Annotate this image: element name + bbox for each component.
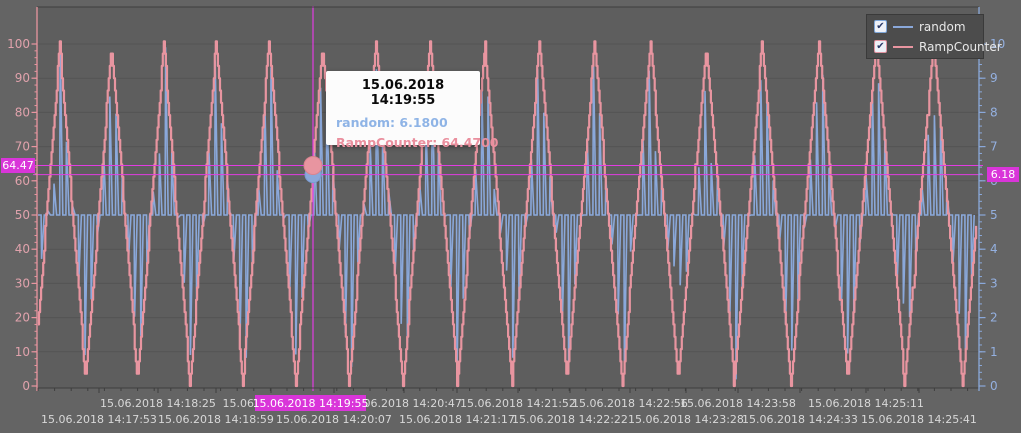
x-axis-label: 15.06.2018 14:25:41 bbox=[861, 413, 977, 426]
y-axis-left-label: 30 bbox=[15, 276, 30, 290]
x-axis-label: 15.06.2018 14:25:11 bbox=[808, 397, 924, 410]
x-axis-label: 15.06.2018 14:21:52 bbox=[460, 397, 576, 410]
x-axis-label: 15.06.2018 14:23:58 bbox=[680, 397, 796, 410]
checkmark-icon: ✔ bbox=[876, 40, 885, 52]
legend-item-random[interactable]: ✔ random bbox=[874, 18, 976, 35]
legend-label-random: random bbox=[919, 19, 966, 34]
y-axis-right-label: 4 bbox=[990, 242, 998, 256]
legend-line-sample-random bbox=[893, 25, 913, 28]
x-axis-label: 15.06.2018 14:20:07 bbox=[276, 413, 392, 426]
y-axis-right-label: 9 bbox=[990, 71, 998, 85]
x-axis-label: 15.06.2018 14:22:22 bbox=[512, 413, 628, 426]
legend-line-sample-rampcounter bbox=[893, 45, 913, 48]
y-axis-left-label: 0 bbox=[22, 379, 30, 393]
y-axis-left-label: 20 bbox=[15, 311, 30, 325]
x-axis-label: 15.06.2018 14:18:59 bbox=[158, 413, 274, 426]
cursor-tooltip: 15.06.2018 14:19:55 random: 6.1800 RampC… bbox=[326, 71, 499, 150]
checkbox-random[interactable]: ✔ bbox=[874, 20, 887, 33]
y-axis-left-label: 80 bbox=[15, 105, 30, 119]
cursor-value-left-axis: 64.47 bbox=[1, 158, 35, 173]
x-axis-label: 15.06.2018 14:18:25 bbox=[100, 397, 216, 410]
cursor-value-right-axis: 6.18 bbox=[987, 167, 1019, 182]
tooltip-timestamp: 15.06.2018 14:19:55 bbox=[361, 78, 445, 108]
legend: ✔ random ✔ RampCounter bbox=[866, 14, 1002, 59]
x-axis-label: 15.06.2018 14:24:33 bbox=[742, 413, 858, 426]
tooltip-random-value: random: 6.1800 bbox=[336, 115, 448, 130]
x-axis-label: 15.06.2018 14:21:17 bbox=[399, 413, 515, 426]
y-axis-right-label: 8 bbox=[990, 105, 998, 119]
legend-label-rampcounter: RampCounter bbox=[919, 39, 1002, 54]
y-axis-right-label: 1 bbox=[990, 345, 998, 359]
y-axis-left-label: 70 bbox=[15, 140, 30, 154]
checkmark-icon: ✔ bbox=[876, 20, 885, 32]
y-axis-right-label: 2 bbox=[990, 311, 998, 325]
y-axis-left-label: 50 bbox=[15, 208, 30, 222]
x-axis-label: 15.06.2018 14:17:53 bbox=[41, 413, 157, 426]
x-axis-label-truncated: 15.06 bbox=[223, 397, 255, 410]
y-axis-right-label: 7 bbox=[990, 140, 998, 154]
y-axis-left-label: 40 bbox=[15, 242, 30, 256]
legend-item-rampcounter[interactable]: ✔ RampCounter bbox=[874, 38, 1002, 55]
checkbox-rampcounter[interactable]: ✔ bbox=[874, 40, 887, 53]
x-axis-label: 15.06.2018 14:23:28 bbox=[628, 413, 744, 426]
y-axis-left-label: 100 bbox=[7, 37, 30, 51]
tooltip-rampcounter-value: RampCounter: 64.4700 bbox=[336, 135, 499, 150]
x-axis-label: 15.06.2018 14:22:56 bbox=[572, 397, 688, 410]
y-axis-left-label: 60 bbox=[15, 174, 30, 188]
y-axis-left-label: 10 bbox=[15, 345, 30, 359]
y-axis-right-label: 0 bbox=[990, 379, 998, 393]
cursor-time-label: 15.06.2018 14:19:55 bbox=[252, 395, 369, 411]
y-axis-right-label: 3 bbox=[990, 276, 998, 290]
trend-chart-panel: 010203040506070809010001234567891015.06.… bbox=[0, 0, 1021, 433]
chart-canvas[interactable]: 010203040506070809010001234567891015.06.… bbox=[0, 0, 1021, 433]
y-axis-right-label: 5 bbox=[990, 208, 998, 222]
cursor-marker-rampcounter bbox=[303, 156, 323, 176]
y-axis-left-label: 90 bbox=[15, 71, 30, 85]
